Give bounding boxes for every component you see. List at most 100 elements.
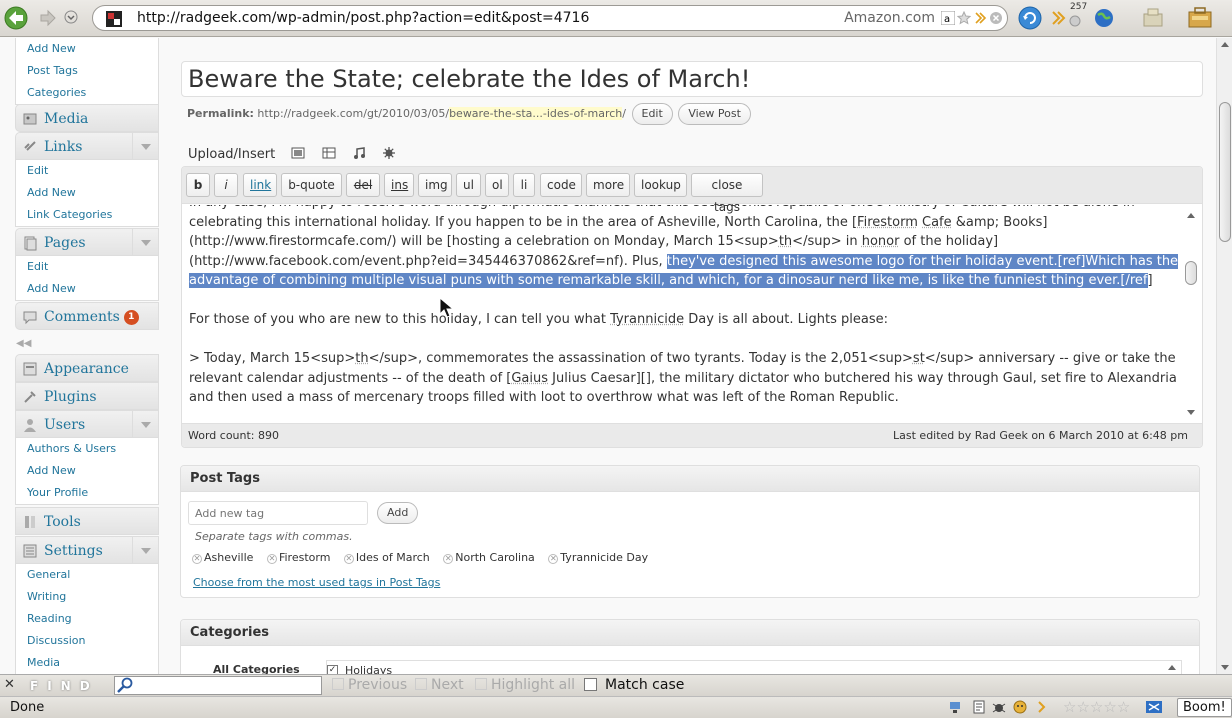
sidebar-item-general[interactable]: General [16, 564, 158, 586]
chevron-down-icon[interactable] [132, 537, 158, 563]
scroll-down-icon[interactable] [1186, 409, 1196, 417]
qt-ol-button[interactable]: ol [485, 173, 509, 197]
stop-icon[interactable] [989, 11, 1003, 25]
history-dropdown-icon[interactable] [64, 10, 78, 24]
star-icon[interactable]: ☆ [1063, 699, 1076, 715]
star-icon[interactable]: ☆ [1117, 699, 1130, 715]
bookmark-star-icon[interactable] [957, 11, 971, 25]
sidebar-item-add-new-link[interactable]: Add New [16, 182, 158, 204]
forward-arrow-icon[interactable] [36, 6, 60, 30]
sidebar-item-add-new-page[interactable]: Add New [16, 278, 158, 300]
match-case-checkbox[interactable]: Match case [584, 677, 684, 693]
tag-cloud-link[interactable]: Choose from the most used tags in Post T… [193, 576, 440, 589]
chevron-down-icon[interactable] [132, 133, 158, 159]
qt-li-button[interactable]: li [513, 173, 535, 197]
add-audio-icon[interactable] [352, 146, 366, 160]
remove-tag-icon[interactable]: ✕ [192, 554, 202, 564]
chevron-down-icon[interactable] [132, 411, 158, 437]
editor-scroll-thumb[interactable] [1185, 261, 1197, 285]
qt-bold-button[interactable]: b [186, 173, 210, 197]
sidebar-item-settings[interactable]: Settings [15, 536, 159, 564]
star-icon[interactable]: ☆ [1103, 699, 1116, 715]
all-categories-tab[interactable]: All Categories [213, 663, 300, 674]
add-image-icon[interactable] [291, 146, 305, 160]
add-video-icon[interactable] [322, 146, 336, 160]
bug-icon[interactable] [992, 700, 1006, 714]
qt-lookup-button[interactable]: lookup [634, 173, 687, 197]
post-content-textarea[interactable]: In any case, I'm happy to receive word t… [189, 205, 1179, 423]
remove-tag-icon[interactable]: ✕ [343, 554, 354, 564]
qt-italic-button[interactable]: i [214, 173, 238, 197]
page-info-icon[interactable] [972, 700, 986, 714]
permalink-slug[interactable]: beware-the-sta...-ides-of-march [449, 107, 623, 120]
sidebar-item-discussion[interactable]: Discussion [16, 630, 158, 652]
scroll-down-icon[interactable] [1220, 664, 1230, 672]
star-icon[interactable]: ☆ [1090, 699, 1103, 715]
page-scrollbar[interactable] [1216, 38, 1232, 674]
qt-link-button[interactable]: link [243, 173, 277, 197]
sidebar-item-appearance[interactable]: Appearance [15, 354, 159, 382]
sidebar-item-edit-pages[interactable]: Edit [16, 256, 158, 278]
url-bar[interactable]: http://radgeek.com/wp-admin/post.php?act… [92, 5, 1008, 31]
close-find-icon[interactable]: ✕ [4, 677, 15, 692]
edit-permalink-button[interactable]: Edit [631, 103, 673, 125]
smiley-icon[interactable] [1013, 700, 1027, 714]
sidebar-item-add-new-user[interactable]: Add New [16, 460, 158, 482]
qt-close-tags-button[interactable]: close tags [691, 173, 763, 214]
qt-bquote-button[interactable]: b-quote [281, 173, 342, 197]
add-media-icon[interactable] [382, 146, 396, 160]
sidebar-item-categories[interactable]: Categories [16, 82, 158, 104]
qt-ins-button[interactable]: ins [384, 173, 414, 197]
globe-icon[interactable] [1092, 6, 1116, 30]
rating-stars[interactable]: ☆☆☆☆☆ [1063, 699, 1130, 715]
collapse-menu-icon[interactable]: ◀◀ [16, 338, 31, 349]
sidebar-item-comments[interactable]: Comments 1 [15, 302, 159, 330]
sidebar-item-your-profile[interactable]: Your Profile [16, 482, 158, 504]
qt-img-button[interactable]: img [418, 173, 452, 197]
highlight-all-button[interactable]: Highlight all [475, 677, 575, 693]
toolbox-icon[interactable] [1186, 6, 1214, 30]
add-tag-button[interactable]: Add [377, 502, 419, 524]
qt-more-button[interactable]: more [586, 173, 630, 197]
sidebar-item-media-settings[interactable]: Media [16, 652, 158, 674]
stumble-icon[interactable] [1145, 700, 1163, 714]
editor-scrollbar[interactable] [1184, 209, 1198, 417]
back-arrow-icon[interactable] [4, 6, 28, 30]
toolbar-chevron-icon[interactable] [1050, 6, 1066, 30]
sidebar-item-edit-links[interactable]: Edit [16, 160, 158, 182]
page-scroll-thumb[interactable] [1219, 102, 1231, 242]
find-next-button[interactable]: Next [415, 677, 464, 693]
tab-counter-icon[interactable] [1068, 14, 1082, 28]
home-icon[interactable] [1140, 6, 1166, 30]
category-checkbox[interactable]: ✓ [327, 665, 338, 674]
sidebar-item-authors-users[interactable]: Authors & Users [16, 438, 158, 460]
network-icon[interactable] [948, 700, 962, 714]
post-title-input[interactable] [181, 61, 1203, 97]
scroll-up-icon[interactable] [1167, 663, 1177, 671]
new-tag-input[interactable] [188, 501, 368, 525]
boom-button[interactable]: Boom! [1177, 698, 1232, 717]
amazon-icon[interactable]: a [941, 11, 955, 25]
find-previous-button[interactable]: Previous [332, 677, 407, 693]
url-text[interactable]: http://radgeek.com/wp-admin/post.php?act… [137, 10, 589, 26]
find-input[interactable] [114, 676, 322, 695]
chevron-down-icon[interactable] [132, 229, 158, 255]
qt-code-button[interactable]: code [540, 173, 582, 197]
star-icon[interactable]: ☆ [1076, 699, 1089, 715]
scroll-up-icon[interactable] [1220, 40, 1230, 48]
post-tags-heading[interactable]: Post Tags [181, 466, 1199, 492]
sidebar-item-pages[interactable]: Pages [15, 228, 159, 256]
reload-icon[interactable] [1018, 6, 1042, 30]
sidebar-item-plugins[interactable]: Plugins [15, 382, 159, 410]
sidebar-item-reading[interactable]: Reading [16, 608, 158, 630]
qt-ul-button[interactable]: ul [456, 173, 481, 197]
sidebar-item-media[interactable]: Media [15, 104, 159, 132]
sidebar-item-users[interactable]: Users [15, 410, 159, 438]
remove-tag-icon[interactable]: ✕ [548, 554, 559, 564]
qt-del-button[interactable]: del [346, 173, 380, 197]
feed-chevron-icon[interactable] [1036, 700, 1050, 714]
go-arrow-icon[interactable] [973, 11, 987, 25]
sidebar-item-writing[interactable]: Writing [16, 586, 158, 608]
sidebar-item-link-categories[interactable]: Link Categories [16, 204, 158, 226]
categories-heading[interactable]: Categories [181, 620, 1199, 646]
